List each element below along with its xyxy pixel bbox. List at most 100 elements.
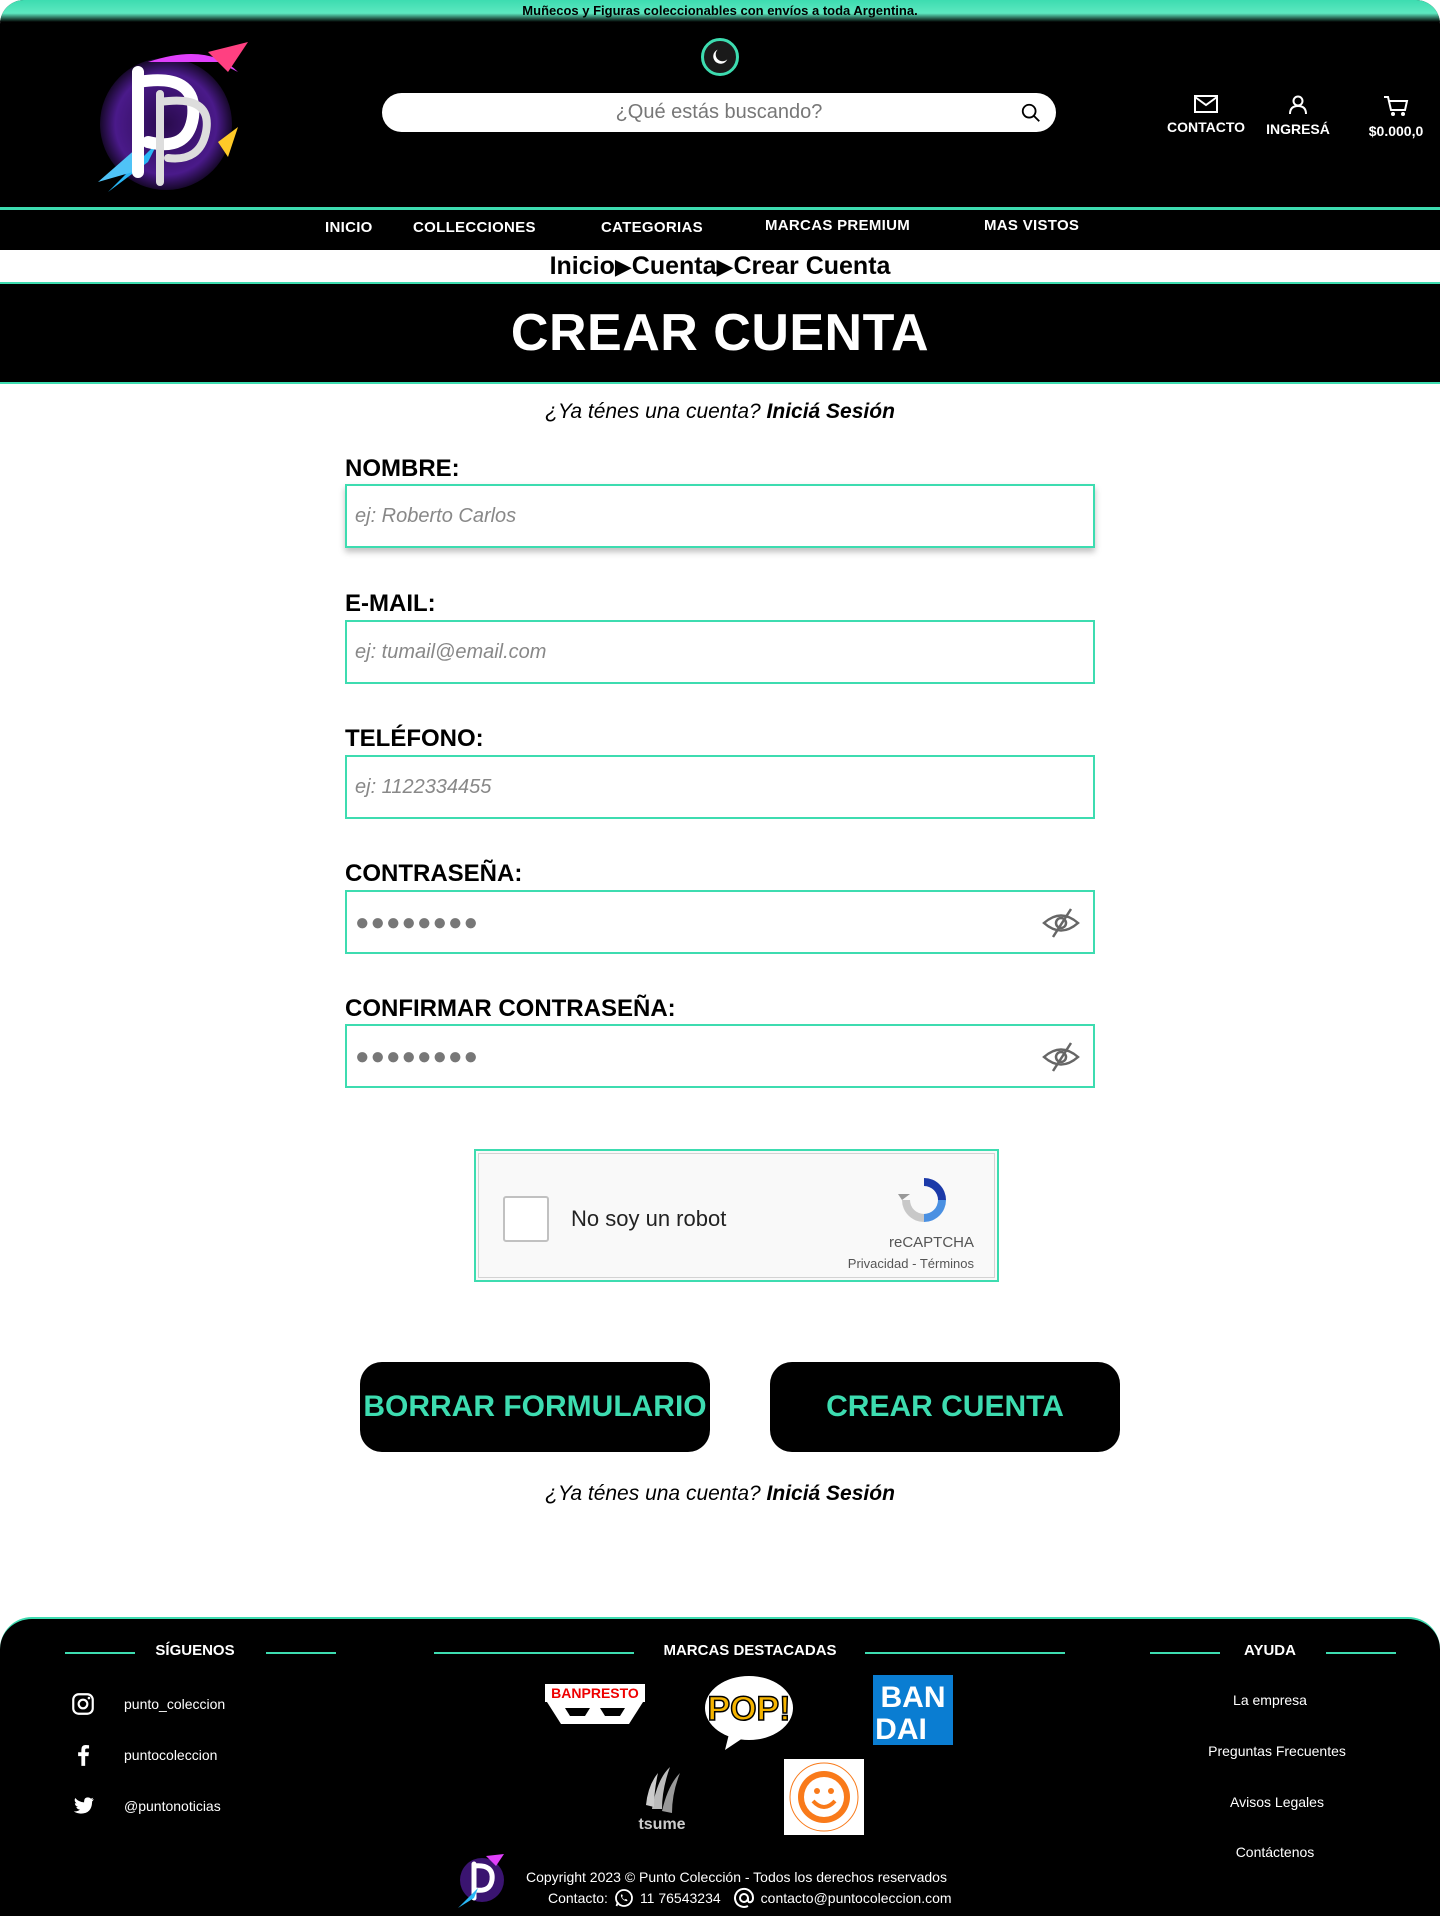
at-sign-icon bbox=[733, 1887, 754, 1908]
svg-text:BANPRESTO: BANPRESTO bbox=[551, 1685, 639, 1701]
login-hint-top: ¿Ya ténes una cuenta? Iniciá Sesión bbox=[0, 400, 1440, 424]
copyright-text: Copyright 2023 © Punto Colección - Todos… bbox=[526, 1869, 947, 1885]
breadcrumb-separator: ▶ bbox=[716, 254, 734, 279]
login-hint-bottom: ¿Ya ténes una cuenta? Iniciá Sesión bbox=[0, 1482, 1440, 1506]
svg-text:BAN: BAN bbox=[881, 1681, 946, 1714]
confirm-password-label: CONFIRMAR CONTRASEÑA: bbox=[345, 995, 676, 1022]
main-nav: INICIO COLLECCIONES CATEGORIAS MARCAS PR… bbox=[0, 210, 1440, 250]
phone-field-box bbox=[345, 755, 1095, 819]
login-label: INGRESÁ bbox=[1266, 121, 1330, 137]
footer-divider bbox=[865, 1652, 1065, 1654]
facebook-icon bbox=[78, 1745, 90, 1766]
footer-divider bbox=[434, 1652, 634, 1654]
help-heading: AYUDA bbox=[1244, 1642, 1296, 1659]
login-link-top[interactable]: Iniciá Sesión bbox=[767, 400, 895, 423]
password-field[interactable]: ●●●●●●●● bbox=[345, 890, 1095, 954]
email-input[interactable] bbox=[347, 622, 1093, 682]
brand-bandai[interactable]: BAN DAI bbox=[873, 1675, 953, 1746]
eye-slash-icon[interactable] bbox=[1041, 1040, 1081, 1074]
svg-text:tsume: tsume bbox=[638, 1816, 685, 1833]
cart-total: $0.000,0 bbox=[1368, 123, 1424, 139]
recaptcha-brand: reCAPTCHA bbox=[888, 1234, 974, 1251]
user-icon bbox=[1289, 95, 1307, 115]
recaptcha-terms-link[interactable]: Términos bbox=[920, 1256, 974, 1271]
brand-banpresto[interactable]: BANPRESTO bbox=[545, 1684, 645, 1726]
footer-logo bbox=[458, 1854, 504, 1908]
breadcrumb: Inicio▶Cuenta▶Crear Cuenta bbox=[0, 250, 1440, 282]
facebook-handle: puntocoleccion bbox=[124, 1747, 218, 1763]
brand-good-smile[interactable] bbox=[784, 1759, 864, 1835]
footer-email[interactable]: contacto@puntocoleccion.com bbox=[761, 1890, 952, 1906]
brand-funko-pop[interactable]: POP! bbox=[703, 1674, 795, 1754]
site-logo[interactable] bbox=[88, 32, 258, 202]
banpresto-logo: BANPRESTO bbox=[545, 1684, 645, 1724]
recaptcha-checkbox[interactable] bbox=[503, 1196, 549, 1242]
recaptcha-icon bbox=[898, 1178, 946, 1222]
name-field-box bbox=[345, 484, 1095, 548]
social-facebook[interactable]: puntocoleccion bbox=[70, 1742, 217, 1768]
help-link-avisos-legales[interactable]: Avisos Legales bbox=[1177, 1794, 1377, 1810]
funko-pop-logo: POP! bbox=[705, 1676, 793, 1750]
name-label: NOMBRE: bbox=[345, 455, 460, 482]
name-input[interactable] bbox=[347, 486, 1093, 546]
twitter-handle: @puntonoticias bbox=[124, 1798, 221, 1814]
cart-link[interactable]: $0.000,0 bbox=[1344, 95, 1440, 139]
footer-divider bbox=[266, 1652, 336, 1654]
recaptcha-widget: No soy un robot reCAPTCHA Privacidad - T… bbox=[474, 1149, 999, 1282]
promo-bar: Muñecos y Figuras coleccionables con env… bbox=[0, 0, 1440, 22]
recaptcha-privacy-link[interactable]: Privacidad bbox=[848, 1256, 909, 1271]
recaptcha-label: No soy un robot bbox=[571, 1206, 727, 1231]
eye-slash-icon[interactable] bbox=[1041, 906, 1081, 940]
page-title: CREAR CUENTA bbox=[510, 304, 930, 362]
breadcrumb-inicio[interactable]: Inicio bbox=[550, 252, 615, 280]
svg-text:DAI: DAI bbox=[875, 1713, 927, 1745]
phone-input[interactable] bbox=[347, 757, 1093, 817]
contact-link[interactable]: CONTACTO bbox=[1160, 95, 1252, 135]
nav-item-colecciones[interactable]: COLLECCIONES bbox=[413, 219, 536, 236]
brand-tsume[interactable]: tsume bbox=[632, 1759, 692, 1837]
footer-divider bbox=[65, 1652, 135, 1654]
svg-text:POP!: POP! bbox=[707, 1690, 790, 1728]
footer-phone[interactable]: 11 76543234 bbox=[640, 1890, 721, 1906]
nav-item-inicio[interactable]: INICIO bbox=[325, 219, 373, 236]
email-label: E-MAIL: bbox=[345, 590, 436, 617]
email-field-box bbox=[345, 620, 1095, 684]
footer-divider bbox=[1326, 1652, 1396, 1654]
instagram-handle: punto_coleccion bbox=[124, 1696, 226, 1712]
breadcrumb-cuenta[interactable]: Cuenta bbox=[632, 252, 717, 280]
help-link-contactenos[interactable]: Contáctenos bbox=[1175, 1844, 1375, 1860]
theme-toggle-button[interactable] bbox=[701, 38, 739, 76]
tsume-logo: tsume bbox=[638, 1767, 686, 1833]
nav-item-marcas-premium[interactable]: MARCAS PREMIUM bbox=[765, 217, 910, 234]
login-hint-question: ¿Ya ténes una cuenta? bbox=[545, 1482, 761, 1505]
search-bar bbox=[382, 93, 1056, 132]
social-twitter[interactable]: @puntonoticias bbox=[70, 1793, 221, 1819]
nav-item-mas-vistos[interactable]: MAS VISTOS bbox=[984, 217, 1079, 234]
password-value: ●●●●●●●● bbox=[355, 909, 479, 936]
brands-heading: MARCAS DESTACADAS bbox=[663, 1642, 837, 1659]
search-input[interactable] bbox=[439, 101, 999, 124]
login-link[interactable]: INGRESÁ bbox=[1262, 95, 1334, 137]
confirm-password-value: ●●●●●●●● bbox=[355, 1043, 479, 1070]
instagram-icon bbox=[72, 1693, 94, 1715]
contact-prefix: Contacto: bbox=[548, 1890, 608, 1906]
whatsapp-icon bbox=[615, 1889, 633, 1907]
clear-form-button[interactable]: BORRAR FORMULARIO bbox=[360, 1362, 710, 1452]
help-link-faq[interactable]: Preguntas Frecuentes bbox=[1177, 1743, 1377, 1759]
login-hint-question: ¿Ya ténes una cuenta? bbox=[545, 400, 761, 423]
login-link-bottom[interactable]: Iniciá Sesión bbox=[767, 1482, 895, 1505]
create-account-button[interactable]: CREAR CUENTA bbox=[770, 1362, 1120, 1452]
twitter-icon bbox=[73, 1797, 94, 1814]
search-icon[interactable] bbox=[1020, 102, 1042, 124]
follow-heading: SÍGUENOS bbox=[155, 1642, 235, 1659]
nav-item-categorias[interactable]: CATEGORIAS bbox=[601, 219, 703, 236]
breadcrumb-crear-cuenta[interactable]: Crear Cuenta bbox=[733, 252, 890, 280]
confirm-password-field[interactable]: ●●●●●●●● bbox=[345, 1024, 1095, 1088]
site-footer: SÍGUENOS MARCAS DESTACADAS AYUDA punto_c… bbox=[0, 1617, 1440, 1916]
help-link-empresa[interactable]: La empresa bbox=[1170, 1692, 1370, 1708]
recaptcha-frame: No soy un robot reCAPTCHA Privacidad - T… bbox=[478, 1153, 995, 1278]
good-smile-logo bbox=[789, 1762, 859, 1832]
phone-label: TELÉFONO: bbox=[345, 725, 484, 752]
bandai-logo: BAN DAI bbox=[875, 1681, 946, 1746]
social-instagram[interactable]: punto_coleccion bbox=[70, 1691, 225, 1717]
